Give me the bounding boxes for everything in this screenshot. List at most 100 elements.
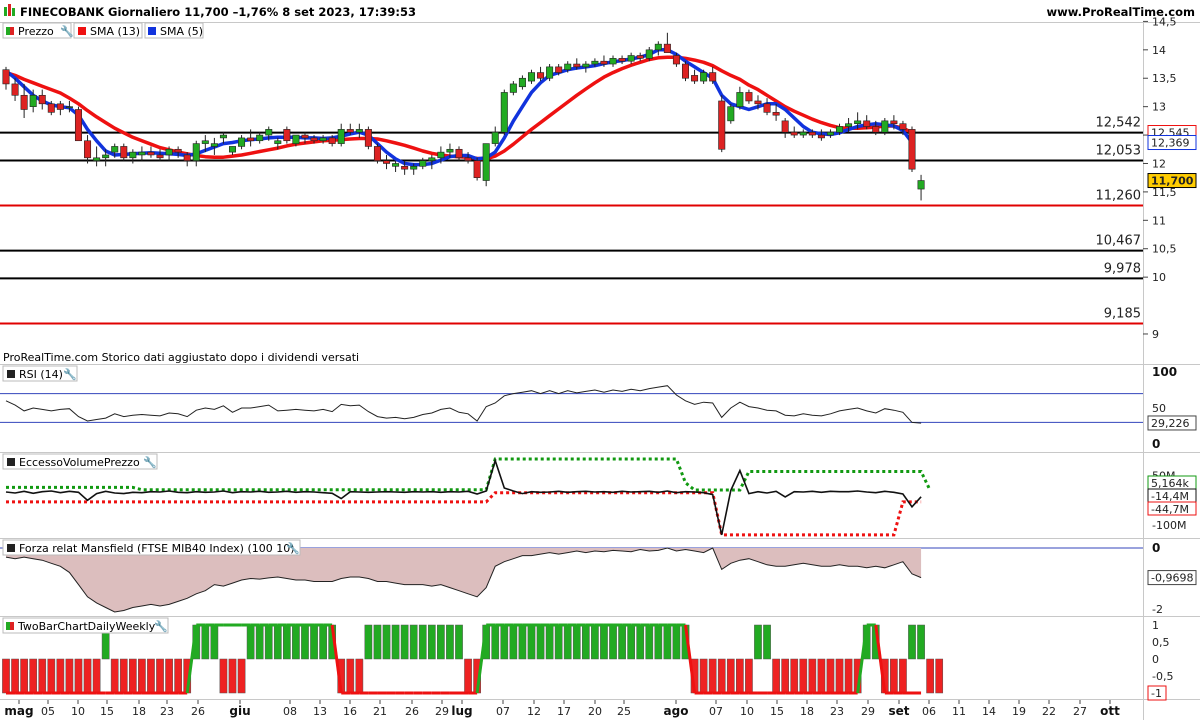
wrench-icon[interactable]: 🔧 bbox=[154, 619, 168, 633]
level-label: 11,260 bbox=[1096, 189, 1142, 204]
candle-body bbox=[11, 83, 19, 96]
twobar-bar bbox=[835, 658, 844, 694]
time-tick-label: 17 bbox=[557, 705, 571, 718]
time-tick-label: 10 bbox=[740, 705, 754, 718]
twobar-bar bbox=[491, 624, 500, 660]
time-tick-label: ott bbox=[1100, 704, 1120, 718]
time-tick-label: 26 bbox=[405, 705, 419, 718]
sma5-badge: 12,369 bbox=[1151, 137, 1190, 150]
candle-body bbox=[256, 134, 264, 142]
time-tick-label: 12 bbox=[527, 705, 541, 718]
candle-body bbox=[337, 129, 345, 144]
chart-canvas[interactable]: FINECOBANK Giornaliero 11,700 –1,76% 8 s… bbox=[0, 0, 1200, 720]
price-tick-label: 14,5 bbox=[1152, 15, 1177, 28]
candle-body bbox=[691, 75, 699, 82]
twobar-bar bbox=[509, 624, 518, 660]
candle-body bbox=[555, 66, 563, 73]
twobar-tick-label: 1 bbox=[1152, 619, 1159, 632]
wrench-icon[interactable]: 🔧 bbox=[60, 24, 74, 38]
candle-body bbox=[238, 137, 246, 147]
wrench-icon[interactable]: 🔧 bbox=[143, 455, 157, 469]
twobar-bar bbox=[74, 658, 83, 694]
legend-sma13: SMA (13) bbox=[90, 25, 140, 38]
candle-body bbox=[274, 140, 282, 144]
time-tick-label: 18 bbox=[132, 705, 146, 718]
time-tick-label: 10 bbox=[71, 705, 85, 718]
wrench-icon[interactable]: 🔧 bbox=[286, 541, 300, 555]
time-tick-label: 06 bbox=[922, 705, 936, 718]
candle-body bbox=[609, 58, 617, 65]
twobar-bar bbox=[219, 658, 228, 694]
candle-body bbox=[437, 151, 445, 159]
time-tick-label: 26 bbox=[191, 705, 205, 718]
time-tick-label: 27 bbox=[1073, 705, 1087, 718]
twobar-bar bbox=[844, 658, 853, 694]
twobar-bar bbox=[418, 624, 427, 660]
time-tick-label: lug bbox=[451, 704, 472, 718]
candle-body bbox=[201, 140, 209, 144]
candle-body bbox=[410, 166, 418, 170]
candle-body bbox=[700, 72, 708, 82]
candle-body bbox=[881, 120, 889, 133]
candle-body bbox=[863, 120, 871, 127]
candle-body bbox=[872, 126, 880, 133]
twobar-bar bbox=[400, 624, 409, 660]
candle-body bbox=[518, 77, 526, 88]
twobar-bar bbox=[255, 624, 264, 660]
time-tick-label: 25 bbox=[617, 705, 631, 718]
evp-badge: -44,7M bbox=[1151, 503, 1189, 516]
candle-body bbox=[754, 100, 762, 105]
candle-body bbox=[772, 112, 780, 116]
twobar-bar bbox=[292, 624, 300, 660]
twobar-bar bbox=[391, 624, 400, 660]
evp-lower-band bbox=[6, 491, 922, 537]
candle-body bbox=[84, 140, 92, 159]
candle-body bbox=[310, 137, 318, 142]
twobar-bar bbox=[138, 658, 146, 694]
candle-body bbox=[591, 60, 599, 65]
candle-body bbox=[265, 129, 273, 136]
twobar-bar bbox=[210, 624, 219, 660]
twobar-bar bbox=[518, 624, 527, 660]
candle-body bbox=[102, 154, 110, 159]
mansfield-badge: -0,9698 bbox=[1151, 572, 1193, 585]
wrench-icon[interactable]: 🔧 bbox=[63, 367, 77, 381]
level-label: 9,978 bbox=[1104, 261, 1141, 276]
twobar-bar bbox=[618, 624, 626, 660]
candle-body bbox=[147, 151, 155, 156]
twobar-bar bbox=[645, 624, 654, 660]
candle-body bbox=[799, 131, 807, 136]
app-icon bbox=[4, 4, 15, 16]
twobar-bar bbox=[572, 624, 581, 660]
twobar-bar bbox=[273, 624, 282, 660]
candle-body bbox=[446, 148, 454, 153]
candle-body bbox=[527, 72, 535, 82]
time-tick-label: 07 bbox=[496, 705, 510, 718]
twobar-bar bbox=[699, 658, 708, 694]
twobar-bar bbox=[826, 658, 835, 694]
evp-panel: 50M-100M5,164k-14,4M-44,7M bbox=[5, 457, 1197, 537]
twobar-bar bbox=[672, 624, 681, 660]
candle-body bbox=[573, 63, 581, 68]
candle-body bbox=[482, 143, 490, 181]
candle-body bbox=[47, 103, 55, 113]
time-tick-label: 20 bbox=[588, 705, 602, 718]
candlesticks bbox=[2, 32, 925, 201]
candle-body bbox=[156, 154, 164, 159]
candle-body bbox=[464, 157, 472, 161]
time-tick-label: 19 bbox=[1012, 705, 1026, 718]
twobar-bar bbox=[591, 624, 599, 660]
twobar-bar bbox=[708, 658, 717, 694]
candle-body bbox=[763, 103, 771, 113]
twobar-bar bbox=[772, 658, 780, 694]
legend-prezzo: Prezzo bbox=[18, 25, 54, 38]
twobar-bar bbox=[527, 624, 536, 660]
candle-body bbox=[2, 69, 10, 85]
candle-body bbox=[192, 143, 200, 161]
chart-window: FINECOBANK Giornaliero 11,700 –1,76% 8 s… bbox=[0, 0, 1200, 720]
candle-body bbox=[709, 72, 717, 82]
time-tick-label: giu bbox=[229, 704, 250, 718]
twobar-bar bbox=[536, 624, 545, 660]
price-tick-label: 11 bbox=[1152, 214, 1166, 227]
twobar-bar bbox=[581, 624, 590, 660]
